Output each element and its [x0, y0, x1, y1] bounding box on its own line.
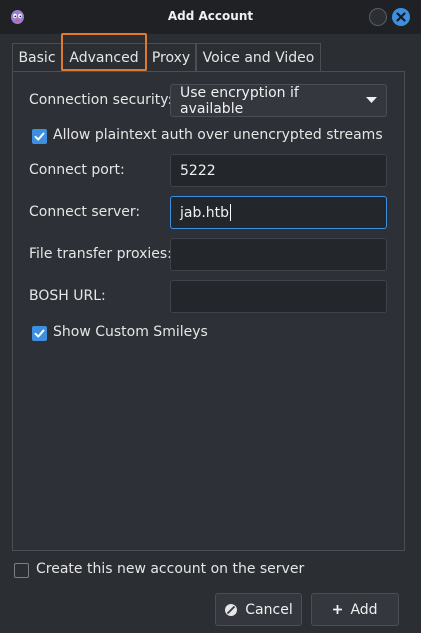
create-account-checkbox[interactable]: [14, 563, 29, 578]
allow-plaintext-checkbox[interactable]: [32, 129, 47, 144]
checkmark-icon: [34, 132, 45, 141]
plus-icon: [333, 605, 343, 614]
add-button[interactable]: Add: [311, 593, 399, 626]
tab-proxy[interactable]: Proxy: [146, 43, 196, 71]
close-icon: [396, 12, 406, 22]
connect-port-input[interactable]: 5222: [170, 154, 387, 187]
connect-port-value: 5222: [180, 162, 216, 179]
show-custom-smileys-label: Show Custom Smileys: [53, 324, 208, 340]
tab-voice-and-video[interactable]: Voice and Video: [196, 43, 321, 71]
tab-voice-and-video-label: Voice and Video: [202, 49, 315, 66]
file-transfer-proxies-input[interactable]: [170, 238, 387, 271]
window-title: Add Account: [167, 9, 254, 23]
tab-basic-label: Basic: [18, 49, 56, 66]
cancel-button[interactable]: Cancel: [215, 593, 302, 626]
connection-security-select[interactable]: Use encryption if available: [170, 84, 387, 117]
tab-advanced[interactable]: Advanced: [62, 43, 146, 71]
connect-server-label: Connect server:: [29, 204, 141, 220]
connect-server-input[interactable]: jab.htb: [170, 196, 387, 229]
tab-basic[interactable]: Basic: [12, 43, 62, 71]
minimize-button[interactable]: [369, 8, 387, 26]
connect-server-value: jab.htb: [180, 204, 230, 221]
text-caret: [230, 204, 232, 221]
connection-security-value: Use encryption if available: [180, 84, 299, 117]
allow-plaintext-label: Allow plaintext auth over unencrypted st…: [53, 127, 383, 143]
bosh-url-input[interactable]: [170, 280, 387, 313]
connection-security-label: Connection security:: [29, 92, 173, 108]
bosh-url-label: BOSH URL:: [29, 288, 106, 304]
title-bar: Add Account: [0, 0, 421, 34]
tab-advanced-label: Advanced: [69, 49, 139, 66]
add-button-label: Add: [350, 601, 378, 618]
dropdown-arrow-icon: [366, 97, 377, 103]
show-custom-smileys-checkbox[interactable]: [32, 326, 47, 341]
checkmark-icon: [34, 329, 45, 338]
file-transfer-proxies-label: File transfer proxies:: [29, 246, 172, 262]
close-button[interactable]: [392, 8, 410, 26]
cancel-icon: [225, 603, 238, 616]
connect-port-label: Connect port:: [29, 162, 125, 178]
cancel-button-label: Cancel: [245, 601, 293, 618]
create-account-label: Create this new account on the server: [36, 561, 305, 577]
tab-proxy-label: Proxy: [151, 49, 191, 66]
